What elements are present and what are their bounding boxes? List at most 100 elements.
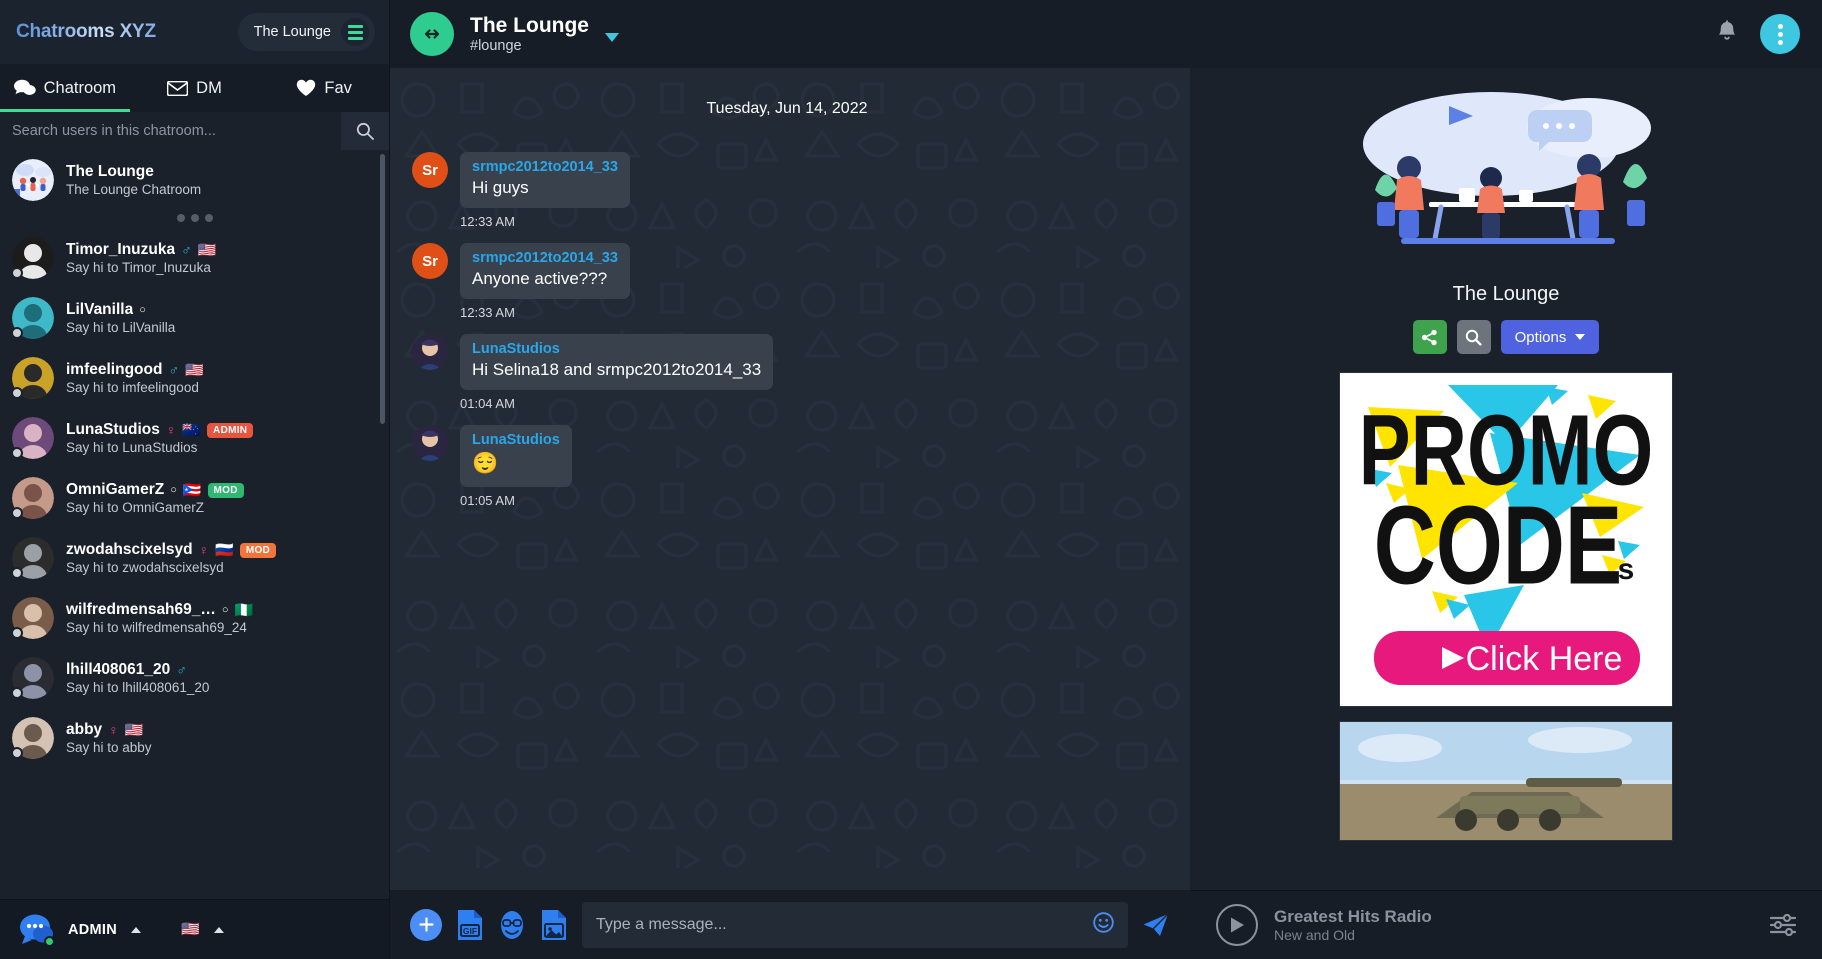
- message-timestamp: 01:05 AM: [460, 492, 515, 508]
- current-user-flag: 🇺🇸: [181, 921, 200, 938]
- tab-fav[interactable]: Fav: [259, 64, 389, 112]
- avatar: [11, 237, 54, 279]
- room-avatar-image: [12, 159, 54, 201]
- play-circle-icon[interactable]: [1216, 904, 1258, 946]
- right-room-title: The Lounge: [1452, 283, 1560, 305]
- user-subtitle: Say hi to OmniGamerZ: [66, 500, 205, 515]
- gender-icon: ♀: [165, 422, 177, 438]
- message: LunaStudios 😌: [412, 425, 1162, 487]
- message-avatar[interactable]: Sr: [412, 243, 448, 280]
- message-body: srmpc2012to2014_33 Anyone active???: [460, 243, 630, 300]
- list-item[interactable]: LunaStudios ♀ 🇳🇿 ADMIN Say hi to LunaStudios: [0, 408, 389, 468]
- user-name: OmniGamerZ: [66, 481, 165, 498]
- image-icon[interactable]: [540, 909, 568, 941]
- list-item[interactable]: lhill408061_20 ♂ Say hi to lhill408061_20: [0, 648, 389, 708]
- brand-bar: Chatrooms XYZ The Lounge: [0, 0, 389, 64]
- chat-dropdown-caret-icon[interactable]: [605, 32, 619, 42]
- list-item-room[interactable]: The Lounge The Lounge Chatroom: [0, 150, 389, 210]
- lounge-illustration: [1363, 92, 1651, 244]
- message-body: LunaStudios 😌: [460, 425, 572, 487]
- user-subtitle: Say hi to wilfredmensah69_24: [66, 620, 247, 635]
- user-name: LilVanilla: [66, 301, 134, 318]
- tab-chatroom[interactable]: Chatroom: [0, 64, 130, 112]
- more-vertical-icon[interactable]: [1760, 14, 1800, 54]
- arrows-horizontal-icon: [424, 29, 440, 39]
- message-author[interactable]: srmpc2012to2014_33: [472, 250, 618, 266]
- share-button[interactable]: [1412, 320, 1447, 354]
- message-body: srmpc2012to2014_33 Hi guys: [460, 152, 630, 209]
- message-list[interactable]: Tuesday, Jun 14, 2022 Sr srmpc2012to2014_…: [390, 68, 1190, 890]
- list-item[interactable]: imfeelingood ♂ 🇺🇸 Say hi to imfeelingood: [0, 348, 389, 408]
- sidebar-footer: ADMIN 🇺🇸: [0, 899, 389, 959]
- room-entry-name: The Lounge: [66, 163, 154, 180]
- left-sidebar: Chatrooms XYZ The Lounge Chatroom DM Fav…: [0, 0, 390, 959]
- list-item[interactable]: LilVanilla ○ Say hi to LilVanilla: [0, 288, 389, 348]
- search-input[interactable]: [0, 112, 341, 150]
- chat-title: The Lounge: [470, 14, 589, 38]
- status-dot: [11, 327, 23, 339]
- room-entry-info: The Lounge The Lounge Chatroom: [66, 163, 375, 197]
- message-avatar-image: [412, 425, 448, 462]
- room-switcher-pill[interactable]: The Lounge: [237, 13, 375, 51]
- country-flag: 🇺🇸: [184, 361, 204, 379]
- gender-icon: ♂: [181, 242, 192, 258]
- chat-bubbles-icon: [13, 79, 36, 97]
- message-input-wrapper[interactable]: [582, 901, 1128, 948]
- room-entry-subtitle: The Lounge Chatroom: [66, 182, 202, 197]
- online-status-dot: [44, 935, 55, 947]
- search-submit-button[interactable]: [341, 112, 389, 150]
- room-search-button[interactable]: [1456, 320, 1491, 354]
- share-icon: [1422, 329, 1437, 345]
- role-badge: MOD: [239, 542, 277, 558]
- promo-ad-banner[interactable]: PROMO CODE s Click Here: [1339, 372, 1673, 707]
- user-menu-caret-icon[interactable]: [131, 926, 142, 933]
- messages-container: Sr srmpc2012to2014_33 Hi guys 12:33 AM Sr srm…: [412, 152, 1162, 508]
- list-item[interactable]: wilfredmensah69_… ○ 🇳🇬 Say hi to wilfredmen…: [0, 588, 389, 648]
- message-avatar[interactable]: Sr: [412, 152, 448, 188]
- sticker-icon[interactable]: [498, 909, 526, 941]
- country-flag: 🇺🇸: [197, 241, 217, 259]
- list-item[interactable]: abby ♀ 🇺🇸 Say hi to abby: [0, 708, 389, 768]
- equalizer-icon[interactable]: [1770, 914, 1796, 936]
- user-name: zwodahscixelsyd: [66, 541, 193, 558]
- user-list[interactable]: The Lounge The Lounge Chatroom Timor_Inu…: [0, 150, 389, 899]
- message-text: Hi guys: [472, 178, 529, 197]
- message-author[interactable]: LunaStudios: [472, 341, 761, 357]
- svg-text:GIF: GIF: [463, 926, 477, 936]
- message-bubble[interactable]: srmpc2012to2014_33 Anyone active???: [460, 243, 630, 300]
- smiley-icon[interactable]: [1093, 911, 1114, 938]
- message-timestamp: 12:33 AM: [460, 305, 515, 321]
- promo-line2-suffix: s: [1618, 553, 1635, 586]
- avatar: [11, 477, 54, 519]
- chevron-down-icon: [1575, 334, 1586, 340]
- avatar[interactable]: [18, 912, 55, 948]
- bell-icon[interactable]: [1716, 19, 1738, 49]
- list-item[interactable]: Timor_Inuzuka ♂ 🇺🇸 Say hi to Timor_Inuzuka: [0, 228, 389, 288]
- promo-cta: Click Here: [1466, 640, 1623, 678]
- status-dot: [11, 627, 23, 639]
- add-attachment-icon[interactable]: [410, 908, 442, 941]
- right-body: The Lounge Options PROMO CODE s Click He…: [1190, 68, 1822, 890]
- user-name: Timor_Inuzuka: [66, 241, 176, 258]
- list-item[interactable]: zwodahscixelsyd ♀ 🇷🇺 MOD Say hi to zwodahsci…: [0, 528, 389, 588]
- send-icon[interactable]: [1142, 912, 1170, 938]
- chat-room-avatar[interactable]: [410, 12, 454, 56]
- search-icon: [356, 122, 374, 140]
- message-input[interactable]: [596, 915, 1083, 934]
- message-avatar[interactable]: [412, 425, 448, 462]
- tab-dm[interactable]: DM: [130, 64, 260, 112]
- message-author[interactable]: LunaStudios: [472, 432, 560, 448]
- room-list-icon[interactable]: [341, 18, 369, 46]
- language-menu-caret-icon[interactable]: [213, 926, 224, 933]
- message-group: LunaStudios Hi Selina18 and srmpc2012to20…: [412, 334, 1162, 411]
- message-bubble[interactable]: srmpc2012to2014_33 Hi guys: [460, 152, 630, 209]
- message-avatar[interactable]: [412, 334, 448, 371]
- room-action-buttons: Options: [1190, 320, 1822, 354]
- gif-icon[interactable]: GIF: [456, 909, 484, 941]
- message-bubble[interactable]: LunaStudios Hi Selina18 and srmpc2012to20…: [460, 334, 774, 391]
- options-button[interactable]: Options: [1500, 320, 1600, 354]
- message-bubble[interactable]: LunaStudios 😌: [460, 425, 572, 487]
- secondary-ad-banner[interactable]: [1339, 721, 1673, 841]
- list-item[interactable]: OmniGamerZ ○ 🇵🇷 MOD Say hi to OmniGamerZ: [0, 468, 389, 528]
- message-author[interactable]: srmpc2012to2014_33: [472, 159, 618, 175]
